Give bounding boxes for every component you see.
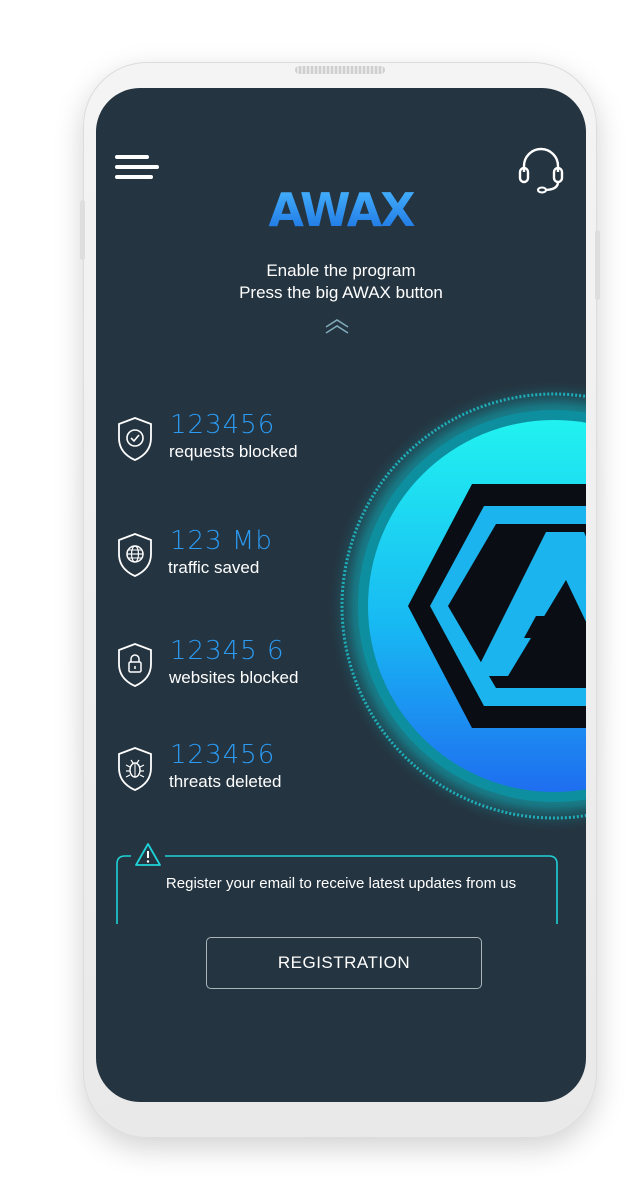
- shield-globe-icon: [118, 533, 152, 577]
- stat-label: traffic saved: [168, 558, 260, 577]
- double-chevron-up-icon: [325, 319, 349, 334]
- instruction-line-2: Press the big AWAX button: [239, 283, 443, 302]
- stat-label: threats deleted: [169, 772, 282, 791]
- shield-lock-icon: [118, 643, 152, 687]
- stat-label: websites blocked: [169, 668, 299, 687]
- phone-side-button: [595, 230, 600, 300]
- phone-speaker: [295, 66, 385, 74]
- app-logo: AWAX: [96, 183, 586, 237]
- app-screen: AWAX Enable the program Press the big AW…: [96, 88, 586, 1102]
- instructions-text: Enable the program Press the big AWAX bu…: [96, 260, 586, 304]
- phone-side-button: [80, 200, 85, 260]
- warning-triangle-icon: [135, 843, 161, 866]
- canvas: AWAX Enable the program Press the big AW…: [0, 0, 640, 1198]
- stat-label: requests blocked: [169, 442, 298, 461]
- shield-bug-icon: [118, 747, 152, 791]
- stat-value: 123 Mb: [170, 526, 273, 556]
- registration-message: Register your email to receive latest up…: [165, 875, 517, 892]
- shield-check-icon: [118, 417, 152, 461]
- stat-value: 123456: [170, 410, 276, 440]
- instruction-line-1: Enable the program: [266, 261, 416, 280]
- stat-value: 12345 6: [170, 636, 285, 666]
- hamburger-menu-icon[interactable]: [113, 152, 159, 182]
- awax-power-button[interactable]: [324, 376, 586, 836]
- stat-value: 123456: [170, 740, 276, 770]
- registration-button[interactable]: REGISTRATION: [206, 937, 482, 989]
